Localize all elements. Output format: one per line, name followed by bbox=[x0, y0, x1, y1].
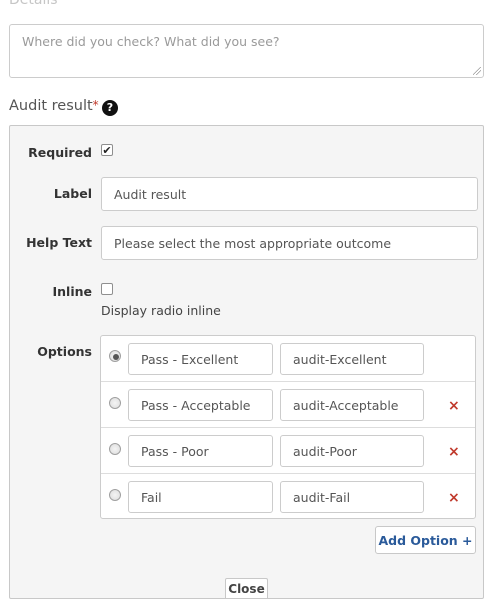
option-divider bbox=[101, 381, 475, 382]
help-text-input-value: Please select the most appropriate outco… bbox=[114, 235, 392, 251]
details-label-text: Details bbox=[9, 0, 58, 8]
option-value-value: audit-Poor bbox=[293, 443, 357, 459]
option-value-input[interactable]: audit-Excellent bbox=[280, 343, 424, 375]
option-radio[interactable] bbox=[109, 443, 121, 455]
option-value-input[interactable]: audit-Poor bbox=[280, 435, 424, 467]
option-divider bbox=[101, 473, 475, 474]
field-title-text: Audit result bbox=[9, 98, 93, 114]
option-text-input[interactable]: Pass - Poor bbox=[128, 435, 273, 467]
remove-option-icon[interactable]: × bbox=[448, 445, 460, 459]
option-value-input[interactable]: audit-Fail bbox=[280, 481, 424, 513]
help-icon[interactable]: ? bbox=[102, 100, 118, 116]
option-text-input[interactable]: Pass - Excellent bbox=[128, 343, 273, 375]
options-list: Pass - Excellent audit-Excellent Pass - … bbox=[100, 335, 476, 519]
details-placeholder: Where did you check? What did you see? bbox=[22, 34, 280, 49]
option-text-input[interactable]: Fail bbox=[128, 481, 273, 513]
details-textarea[interactable]: Where did you check? What did you see? bbox=[9, 24, 484, 78]
option-radio[interactable] bbox=[109, 489, 121, 501]
option-radio-selected[interactable] bbox=[109, 350, 121, 362]
resize-grip-icon[interactable] bbox=[473, 67, 481, 75]
required-marker: * bbox=[92, 98, 99, 112]
add-option-button[interactable]: Add Option + bbox=[375, 526, 476, 554]
label-input[interactable]: Audit result bbox=[101, 177, 478, 211]
option-text-value: Fail bbox=[141, 489, 162, 505]
field-title: Audit result* bbox=[9, 98, 99, 114]
remove-option-icon[interactable]: × bbox=[448, 491, 460, 505]
option-text-input[interactable]: Pass - Acceptable bbox=[128, 389, 273, 421]
remove-option-icon[interactable]: × bbox=[448, 399, 460, 413]
option-value-value: audit-Excellent bbox=[293, 351, 387, 367]
option-text-value: Pass - Poor bbox=[141, 443, 209, 459]
details-label: Details* bbox=[9, 0, 65, 8]
option-value-value: audit-Fail bbox=[293, 489, 351, 505]
label-input-value: Audit result bbox=[114, 186, 187, 202]
close-button[interactable]: Close bbox=[225, 578, 268, 598]
help-text-label: Help Text bbox=[26, 235, 92, 250]
option-text-value: Pass - Excellent bbox=[141, 351, 239, 367]
inline-label: Inline bbox=[52, 284, 93, 299]
options-label: Options bbox=[37, 344, 92, 359]
checkmark-icon: ✔ bbox=[102, 144, 112, 157]
required-label: Required bbox=[28, 145, 92, 160]
label-label: Label bbox=[53, 186, 92, 201]
inline-checkbox[interactable] bbox=[101, 283, 113, 295]
option-divider bbox=[101, 427, 475, 428]
help-text-input[interactable]: Please select the most appropriate outco… bbox=[101, 226, 478, 260]
option-radio[interactable] bbox=[109, 397, 121, 409]
required-checkbox[interactable]: ✔ bbox=[101, 144, 113, 156]
option-value-value: audit-Acceptable bbox=[293, 397, 399, 413]
option-value-input[interactable]: audit-Acceptable bbox=[280, 389, 424, 421]
option-text-value: Pass - Acceptable bbox=[141, 397, 251, 413]
required-marker: * bbox=[57, 0, 65, 8]
inline-description: Display radio inline bbox=[101, 303, 221, 318]
